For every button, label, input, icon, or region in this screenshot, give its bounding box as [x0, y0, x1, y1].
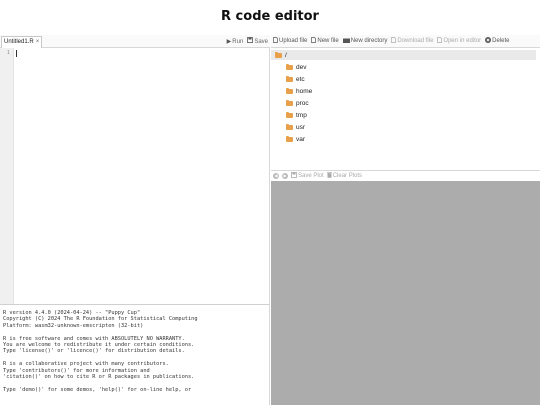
- tree-item-dev[interactable]: dev: [286, 62, 306, 72]
- tree-item-label: dev: [296, 63, 307, 71]
- plot-canvas[interactable]: [271, 181, 540, 405]
- tree-item-usr[interactable]: usr: [286, 122, 305, 132]
- folder-icon: [286, 75, 293, 82]
- new-file-label: New file: [317, 38, 339, 44]
- tree-item-label: tmp: [296, 111, 307, 119]
- open-in-editor-button[interactable]: Open in editor: [437, 37, 481, 45]
- save-button-label: Save: [254, 38, 268, 45]
- trash-icon: [326, 172, 332, 180]
- save-plot-button[interactable]: Save Plot: [291, 172, 324, 180]
- editor-tab-label: Untitled1.R: [4, 39, 34, 45]
- folder-icon: [286, 135, 293, 142]
- delete-icon: [485, 37, 492, 45]
- download-file-button[interactable]: Download file: [391, 37, 433, 45]
- folder-icon: [286, 87, 293, 94]
- save-plot-label: Save Plot: [298, 173, 324, 179]
- file-tree: / dev etc home proc tmp usr var: [271, 48, 540, 170]
- clear-plots-button[interactable]: Clear Plots: [326, 172, 363, 180]
- editor-tab[interactable]: Untitled1.R ×: [1, 36, 43, 48]
- download-icon: [391, 37, 397, 45]
- code-area[interactable]: [14, 48, 269, 304]
- tree-item-tmp[interactable]: tmp: [286, 110, 307, 120]
- code-editor[interactable]: 1: [0, 48, 270, 304]
- floppy-icon: [247, 37, 254, 47]
- close-icon[interactable]: ×: [36, 37, 40, 48]
- new-file-button[interactable]: New file: [311, 37, 339, 45]
- save-button[interactable]: Save: [247, 37, 268, 47]
- tree-item-var[interactable]: var: [286, 134, 305, 144]
- editor-toolbar: Untitled1.R × ▶ Run Save: [0, 35, 270, 48]
- delete-button[interactable]: Delete: [485, 37, 509, 45]
- clear-plots-label: Clear Plots: [332, 173, 363, 179]
- plot-toolbar: ◀ ▶ Save Plot Clear Plots: [271, 170, 540, 181]
- delete-label: Delete: [492, 38, 510, 44]
- upload-file-button[interactable]: Upload file: [273, 37, 307, 45]
- files-toolbar: Upload file New file New directory Downl…: [271, 35, 540, 48]
- floppy-icon: [291, 172, 297, 180]
- page-title: R code editor: [221, 9, 319, 24]
- folder-icon: [286, 111, 293, 118]
- tree-item-label: var: [296, 135, 306, 143]
- line-gutter: 1: [0, 48, 14, 304]
- console-line: Type 'demo()' for some demos, 'help()' f…: [3, 386, 192, 393]
- tree-item-label: etc: [296, 75, 305, 83]
- new-file-icon: [311, 37, 317, 45]
- folder-icon: [286, 123, 293, 130]
- tree-item-etc[interactable]: etc: [286, 74, 305, 84]
- run-button-label: Run: [232, 38, 244, 45]
- tree-item-label: proc: [296, 99, 309, 107]
- console-output[interactable]: R version 4.4.0 (2024-04-24) -- "Puppy C…: [0, 304, 270, 405]
- tree-item-proc[interactable]: proc: [286, 98, 309, 108]
- tree-item-home[interactable]: home: [286, 86, 312, 96]
- upload-icon: [273, 37, 278, 45]
- folder-icon: [286, 63, 293, 70]
- next-plot-icon[interactable]: ▶: [282, 173, 288, 179]
- tree-item-root[interactable]: /: [271, 50, 536, 60]
- download-file-label: Download file: [397, 38, 434, 44]
- tree-item-label: /: [285, 51, 287, 59]
- tree-item-label: home: [296, 87, 313, 95]
- upload-file-label: Upload file: [279, 38, 308, 44]
- folder-plus-icon: [342, 38, 350, 45]
- run-button[interactable]: ▶ Run: [227, 37, 244, 47]
- folder-icon: [286, 99, 293, 106]
- tree-item-label: usr: [296, 123, 306, 131]
- line-number: 1: [6, 50, 10, 56]
- folder-icon: [275, 51, 282, 58]
- text-cursor: [16, 50, 17, 57]
- previous-plot-icon[interactable]: ◀: [273, 173, 279, 179]
- new-directory-label: New directory: [350, 38, 388, 44]
- open-file-icon: [437, 37, 443, 45]
- open-in-editor-label: Open in editor: [443, 38, 482, 44]
- new-directory-button[interactable]: New directory: [342, 38, 388, 45]
- play-icon: ▶: [226, 38, 232, 45]
